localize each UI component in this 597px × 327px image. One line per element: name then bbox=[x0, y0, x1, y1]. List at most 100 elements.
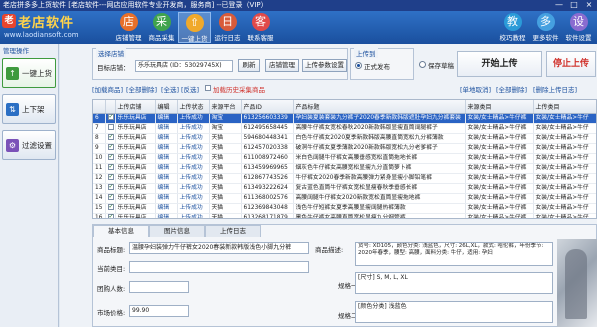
delete-all-right-link[interactable]: [全部删除] bbox=[496, 84, 527, 94]
upload-store-cell: 乐乐玩具店 bbox=[115, 173, 156, 184]
nav-shop-manage[interactable]: 店 店铺管理 bbox=[112, 12, 145, 43]
cancel-link[interactable]: [单地取消] bbox=[460, 84, 491, 94]
refresh-button[interactable]: 刷新 bbox=[238, 59, 260, 72]
row-checkbox-box[interactable] bbox=[107, 213, 114, 218]
edit-link[interactable]: 编辑 bbox=[155, 143, 178, 154]
row-checkbox[interactable] bbox=[105, 173, 116, 184]
edit-link[interactable]: 编辑 bbox=[155, 163, 178, 174]
logo-url: www.laodiansoft.com bbox=[4, 31, 79, 39]
nav-more-software[interactable]: 多 更多软件 bbox=[529, 12, 562, 43]
nav-log[interactable]: 日 运行日志 bbox=[211, 12, 244, 43]
col-header[interactable] bbox=[93, 100, 106, 114]
draft-radio[interactable] bbox=[419, 61, 426, 68]
window-title: 老店拼多多上货软件 [老店软件---网店应用软件专业开发商，服务商] --已登录… bbox=[3, 1, 268, 9]
col-header[interactable]: 编辑 bbox=[155, 100, 178, 114]
clear-log-link[interactable]: [删除上传日志] bbox=[533, 84, 577, 94]
row-checkbox-box[interactable] bbox=[107, 163, 114, 171]
row-checkbox-box[interactable] bbox=[107, 203, 114, 211]
edit-link[interactable]: 编辑 bbox=[155, 113, 178, 124]
row-checkbox[interactable] bbox=[105, 193, 116, 204]
table-row[interactable]: 13 乐乐玩具店编辑上传成功天猫613493222624复古蓝色直筒牛仔裤女宽松显… bbox=[93, 183, 596, 194]
upload-params-button[interactable]: 上传参数设置 bbox=[302, 59, 347, 72]
edit-link[interactable]: 编辑 bbox=[155, 203, 178, 214]
publish-radio[interactable] bbox=[355, 62, 362, 69]
edit-link[interactable]: 编辑 bbox=[155, 123, 178, 134]
select-all-link[interactable]: [全选] bbox=[161, 84, 179, 94]
nav-service[interactable]: 客 联系客服 bbox=[244, 12, 277, 43]
nav-label: 软件设置 bbox=[565, 34, 592, 42]
table-row[interactable]: 7 乐乐玩具店 编辑 上传成功 淘宝 612495658445 高腰牛仔裤女宽松春秋2020… bbox=[93, 123, 596, 134]
edit-link[interactable]: 编辑 bbox=[155, 173, 178, 184]
sidebar-upload-button[interactable]: ↑ 一键上货 bbox=[2, 58, 56, 88]
edit-link[interactable]: 编辑 bbox=[155, 133, 178, 144]
table-row[interactable]: 9 乐乐玩具店编辑上传成功天猫612457020338破洞牛仔裤女夏季薄款2020… bbox=[93, 143, 596, 154]
store-manage-button[interactable]: 店铺管理 bbox=[265, 59, 299, 72]
spec1-field[interactable]: [尺寸] S, M, L, XL bbox=[355, 272, 553, 294]
description-field[interactable]: 货号: XD105，颜色分类: 浅蓝色，尺寸: 26L,XL，款式: 哈伦裤，年… bbox=[355, 242, 553, 266]
col-header[interactable]: 来源平台 bbox=[209, 100, 242, 114]
table-row[interactable]: 12 乐乐玩具店编辑上传成功天猫612867743526牛仔裤女2020春季新款高… bbox=[93, 173, 596, 184]
delete-all-link[interactable]: [全部删除] bbox=[126, 84, 157, 94]
stop-upload-button[interactable]: 停止上传 bbox=[546, 51, 596, 77]
col-header[interactable]: 来源类目 bbox=[465, 100, 534, 114]
row-checkbox[interactable] bbox=[105, 163, 116, 174]
edit-link[interactable]: 编辑 bbox=[155, 193, 178, 204]
hide-uploaded-checkbox[interactable] bbox=[205, 85, 211, 91]
maximize-button[interactable]: □ bbox=[568, 0, 580, 10]
col-header[interactable]: 产品ID bbox=[241, 100, 294, 114]
row-checkbox[interactable] bbox=[105, 133, 116, 144]
edit-link[interactable]: 编辑 bbox=[155, 153, 178, 164]
col-header[interactable]: 产品标题 bbox=[293, 100, 466, 114]
row-checkbox-box[interactable] bbox=[107, 124, 114, 130]
col-header[interactable]: 上传店铺 bbox=[115, 100, 156, 114]
row-checkbox[interactable] bbox=[105, 153, 116, 164]
table-row[interactable]: 6 乐乐玩具店编辑上传成功淘宝613256603339孕妇装夏装套装九分裤子202… bbox=[93, 113, 596, 124]
invert-select-link[interactable]: [反选] bbox=[181, 84, 199, 94]
row-checkbox-box[interactable] bbox=[107, 113, 114, 121]
row-checkbox-box[interactable] bbox=[107, 133, 114, 141]
row-checkbox[interactable] bbox=[105, 123, 116, 134]
target-store-select[interactable]: 乐乐玩具店 (ID：53029745X) bbox=[135, 60, 233, 72]
row-checkbox-box[interactable] bbox=[107, 183, 114, 191]
col-header[interactable] bbox=[105, 100, 116, 114]
tab-upload-log[interactable]: 上传日志 bbox=[205, 225, 261, 237]
table-row[interactable]: 11 乐乐玩具店编辑上传成功天猫613459969965烟灰色牛仔裤女高腰宽松显瘦… bbox=[93, 163, 596, 174]
sidebar-shelf-button[interactable]: ⇅ 上下架 bbox=[2, 94, 56, 124]
table-row[interactable]: 10 乐乐玩具店编辑上传成功天猫611008972460米白色阔腿牛仔裤女高腰垂感… bbox=[93, 153, 596, 164]
group-count-field[interactable] bbox=[129, 281, 189, 293]
tab-image-info[interactable]: 图片信息 bbox=[149, 225, 205, 237]
table-row[interactable]: 15 乐乐玩具店编辑上传成功天猫612369843048浅色牛仔短裤女夏季高腰显瘦… bbox=[93, 203, 596, 214]
nav-settings[interactable]: 设 软件设置 bbox=[562, 12, 595, 43]
tab-basic-info[interactable]: 基本信息 bbox=[93, 225, 149, 237]
edit-link[interactable]: 编辑 bbox=[155, 213, 178, 218]
nav-upload[interactable]: ⇧ 一键上货 bbox=[178, 12, 211, 43]
start-upload-button[interactable]: 开始上传 bbox=[457, 51, 542, 77]
category-field[interactable] bbox=[129, 261, 309, 273]
row-checkbox[interactable] bbox=[105, 213, 116, 218]
row-checkbox[interactable] bbox=[105, 203, 116, 214]
col-header[interactable]: 上传类目 bbox=[533, 100, 596, 114]
row-number: 16 bbox=[93, 213, 106, 218]
row-checkbox-box[interactable] bbox=[107, 143, 114, 151]
nav-tutorial[interactable]: 教 校巧教程 bbox=[496, 12, 529, 43]
spec2-field[interactable]: [颜色分类] 浅蓝色 bbox=[355, 301, 553, 323]
minimize-button[interactable]: — bbox=[553, 0, 565, 10]
row-checkbox[interactable] bbox=[105, 183, 116, 194]
row-checkbox-box[interactable] bbox=[107, 173, 114, 181]
edit-link[interactable]: 编辑 bbox=[155, 183, 178, 194]
table-row[interactable]: 8 乐乐玩具店编辑上传成功天猫594680448341白色牛仔裤女2020夏季新款… bbox=[93, 133, 596, 144]
add-products-link[interactable]: [加载商品] bbox=[92, 84, 123, 94]
table-row[interactable]: 16 乐乐玩具店编辑上传成功天猫613268171879黑色牛仔裤女高腰直筒宽松显… bbox=[93, 213, 596, 218]
table-row[interactable]: 14 乐乐玩具店编辑上传成功天猫611368002576高腰阔腿牛仔裤女2020新… bbox=[93, 193, 596, 204]
sidebar-filter-button[interactable]: ⚙ 过滤设置 bbox=[2, 130, 56, 160]
title-field[interactable]: 温腰孕妇装弹力牛仔裤女2020春装新款韩版浅色小脚九分裤 bbox=[129, 242, 309, 254]
col-header[interactable]: 上传状态 bbox=[177, 100, 210, 114]
row-checkbox[interactable] bbox=[105, 113, 116, 124]
nav-collect[interactable]: 采 商品采集 bbox=[145, 12, 178, 43]
close-button[interactable]: × bbox=[583, 0, 595, 10]
row-checkbox-box[interactable] bbox=[107, 193, 114, 201]
row-checkbox-box[interactable] bbox=[107, 153, 114, 161]
source-category-cell: 女装/女士精品>牛仔裤 bbox=[465, 143, 534, 154]
row-checkbox[interactable] bbox=[105, 143, 116, 154]
market-price-field[interactable]: 99.90 bbox=[129, 305, 189, 317]
